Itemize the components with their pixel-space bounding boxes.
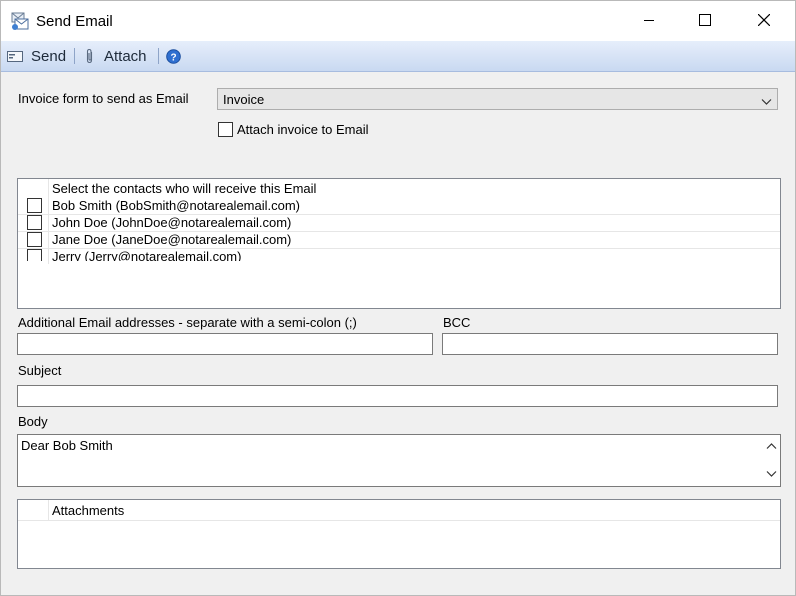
body-label: Body: [18, 414, 48, 429]
list-item[interactable]: Jerry (Jerry@notarealemail.com): [18, 248, 780, 261]
contact-label: Jerry (Jerry@notarealemail.com): [52, 249, 242, 261]
attachments-list[interactable]: Attachments: [17, 499, 781, 569]
send-email-icon: [7, 50, 24, 63]
send-email-app-icon: [9, 10, 31, 32]
contacts-header-row: Select the contacts who will receive thi…: [18, 180, 780, 197]
attach-label: Attach: [104, 47, 147, 65]
close-icon: [757, 13, 771, 29]
toolbar: Send Attach ?: [1, 41, 795, 72]
invoice-form-select[interactable]: Invoice: [217, 88, 778, 110]
help-button[interactable]: ?: [166, 41, 181, 71]
svg-text:?: ?: [170, 52, 176, 63]
send-email-window: Send Email Send Attach ? Invoice form to…: [0, 0, 796, 596]
help-icon: ?: [166, 48, 181, 64]
paperclip-icon: [85, 48, 95, 64]
window-title: Send Email: [36, 13, 113, 30]
subject-label: Subject: [18, 363, 62, 378]
invoice-form-label: Invoice form to send as Email: [18, 91, 189, 106]
contact-label: Jane Doe (JaneDoe@notarealemail.com): [52, 232, 292, 247]
title-bar[interactable]: Send Email: [1, 1, 795, 41]
close-button[interactable]: [741, 1, 787, 41]
body-textarea[interactable]: Dear Bob Smith: [17, 434, 781, 487]
minimize-icon: [643, 14, 655, 29]
body-text: Dear Bob Smith: [21, 438, 113, 453]
invoice-form-value: Invoice: [223, 92, 265, 107]
maximize-button[interactable]: [682, 1, 728, 41]
subject-field[interactable]: [17, 385, 778, 407]
list-item[interactable]: Jane Doe (JaneDoe@notarealemail.com): [18, 231, 780, 249]
contact-checkbox[interactable]: [27, 232, 42, 247]
contact-label: Bob Smith (BobSmith@notarealemail.com): [52, 198, 301, 213]
toolbar-separator: [158, 48, 159, 64]
minimize-button[interactable]: [626, 1, 672, 41]
list-item[interactable]: Bob Smith (BobSmith@notarealemail.com): [18, 197, 780, 215]
contact-label: John Doe (JohnDoe@notarealemail.com): [52, 215, 292, 230]
send-button[interactable]: Send: [7, 41, 66, 71]
scroll-up-icon[interactable]: [766, 442, 777, 450]
attach-invoice-label: Attach invoice to Email: [237, 122, 369, 137]
contact-checkbox[interactable]: [27, 249, 42, 261]
list-divider: [48, 500, 49, 520]
attachments-header: Attachments: [52, 503, 125, 518]
maximize-icon: [699, 13, 711, 29]
attach-invoice-checkbox[interactable]: [218, 122, 233, 137]
bcc-label: BCC: [443, 315, 471, 330]
list-item[interactable]: John Doe (JohnDoe@notarealemail.com): [18, 214, 780, 232]
toolbar-separator: [74, 48, 75, 64]
additional-emails-field[interactable]: [17, 333, 433, 355]
bcc-field[interactable]: [442, 333, 778, 355]
send-label: Send: [31, 47, 67, 65]
list-divider: [18, 520, 780, 521]
additional-emails-label: Additional Email addresses - separate wi…: [18, 315, 357, 330]
contact-checkbox[interactable]: [27, 215, 42, 230]
contacts-list[interactable]: Select the contacts who will receive thi…: [17, 178, 781, 309]
scroll-down-icon[interactable]: [766, 470, 777, 478]
body-scrollbar[interactable]: [763, 435, 780, 486]
contacts-header: Select the contacts who will receive thi…: [52, 181, 317, 196]
contact-checkbox[interactable]: [27, 198, 42, 213]
attach-button[interactable]: Attach: [85, 41, 147, 71]
chevron-down-icon: [761, 94, 772, 109]
